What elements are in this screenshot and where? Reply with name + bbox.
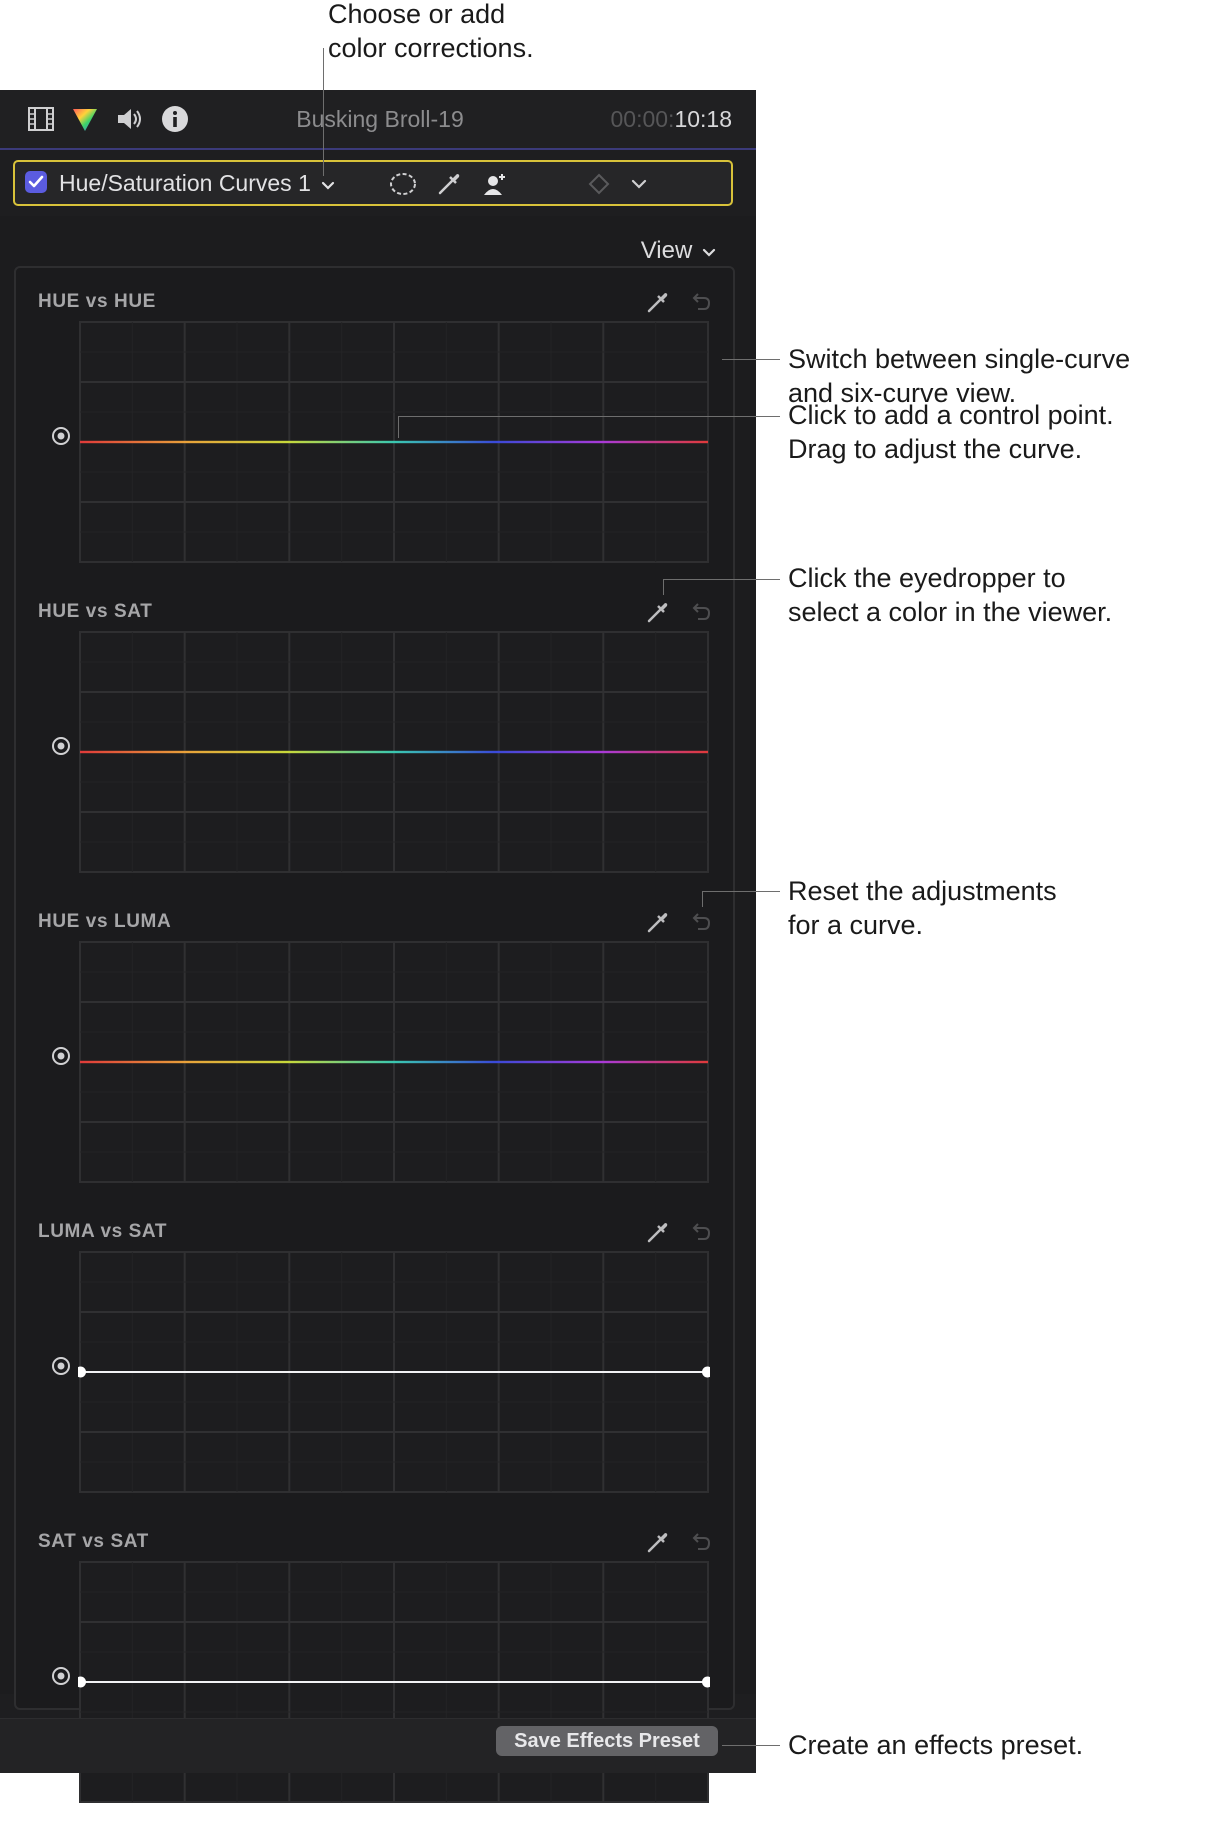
leader-line xyxy=(663,579,664,595)
effect-name-popup[interactable]: Hue/Saturation Curves 1 xyxy=(59,168,335,198)
leader-line xyxy=(663,579,780,580)
curve-label: SAT vs SAT xyxy=(38,1531,149,1552)
keyframe-icon[interactable] xyxy=(585,170,613,198)
target-icon[interactable] xyxy=(50,425,72,447)
color-icon[interactable] xyxy=(70,104,100,134)
effect-name-label: Hue/Saturation Curves 1 xyxy=(59,170,311,196)
eyedropper-icon[interactable] xyxy=(644,288,672,316)
view-label: View xyxy=(640,237,693,264)
leader-line xyxy=(702,891,703,907)
curve-graph[interactable] xyxy=(78,320,710,564)
mask-shape-icon[interactable] xyxy=(389,170,417,198)
target-icon[interactable] xyxy=(50,735,72,757)
curve-section: LUMA vs SAT xyxy=(16,1220,733,1530)
chevron-down-icon[interactable] xyxy=(625,170,653,198)
checkmark-icon xyxy=(28,175,44,188)
effect-header-bar: Hue/Saturation Curves 1 xyxy=(13,160,733,206)
chevron-down-icon xyxy=(322,181,335,190)
save-effects-preset-button[interactable]: Save Effects Preset xyxy=(496,1726,718,1756)
curve-section: SAT vs SAT xyxy=(16,1530,733,1840)
leader-line xyxy=(702,891,780,892)
curves-container: HUE vs HUE HUE vs SAT HUE vs LUMA LUMA vs S… xyxy=(14,266,735,1803)
callout-control-point: Click to add a control point. Drag to ad… xyxy=(788,400,1114,464)
info-icon[interactable] xyxy=(160,104,190,134)
curve-section: HUE vs HUE xyxy=(16,290,733,600)
curve-graph[interactable] xyxy=(78,1250,710,1494)
add-person-mask-icon[interactable] xyxy=(481,170,509,198)
color-mask-eyedropper-icon[interactable] xyxy=(435,170,463,198)
reset-icon[interactable] xyxy=(686,288,714,316)
view-popup-button[interactable]: View xyxy=(641,236,716,266)
curves-area: View HUE vs HUE HUE vs SAT HUE vs LUMA LUMA… xyxy=(0,216,756,1803)
eyedropper-icon[interactable] xyxy=(644,1528,672,1556)
eyedropper-icon[interactable] xyxy=(644,598,672,626)
callout-eyedropper: Click the eyedropper to select a color i… xyxy=(788,563,1113,627)
reset-icon[interactable] xyxy=(686,1218,714,1246)
callout-color-corrections: Choose or add color corrections. xyxy=(328,0,534,63)
target-icon[interactable] xyxy=(50,1045,72,1067)
leader-line xyxy=(722,1745,780,1746)
film-icon[interactable] xyxy=(26,104,56,134)
curve-section: HUE vs SAT xyxy=(16,600,733,910)
leader-line xyxy=(722,359,780,360)
timecode: 00:00:10:18 xyxy=(610,104,732,134)
curve-label: HUE vs LUMA xyxy=(38,911,172,932)
curve-label: HUE vs SAT xyxy=(38,601,153,622)
curve-label: HUE vs HUE xyxy=(38,291,156,312)
inspector-footer: Save Effects Preset xyxy=(0,1718,756,1773)
audio-icon[interactable] xyxy=(114,104,144,134)
eyedropper-icon[interactable] xyxy=(644,908,672,936)
target-icon[interactable] xyxy=(50,1665,72,1687)
reset-icon[interactable] xyxy=(686,1528,714,1556)
timecode-dim: 00:00: xyxy=(610,106,675,132)
curve-graph[interactable] xyxy=(78,630,710,874)
reset-icon[interactable] xyxy=(686,908,714,936)
timecode-value: 10:18 xyxy=(674,106,732,132)
inspector-header: Busking Broll-19 00:00:10:18 xyxy=(0,90,756,150)
eyedropper-icon[interactable] xyxy=(644,1218,672,1246)
curve-graph[interactable] xyxy=(78,940,710,1184)
leader-line xyxy=(398,416,780,417)
effect-enable-checkbox[interactable] xyxy=(25,171,47,193)
curve-section: HUE vs LUMA xyxy=(16,910,733,1220)
callout-preset: Create an effects preset. xyxy=(788,1730,1084,1760)
clip-name: Busking Broll-19 xyxy=(296,106,464,132)
color-inspector-panel: Busking Broll-19 00:00:10:18 Hue/Saturat… xyxy=(0,90,756,1803)
curve-label: LUMA vs SAT xyxy=(38,1221,168,1242)
callout-reset: Reset the adjustments for a curve. xyxy=(788,876,1057,940)
chevron-down-icon xyxy=(702,248,716,257)
leader-line xyxy=(323,48,324,176)
leader-line xyxy=(398,416,399,438)
target-icon[interactable] xyxy=(50,1355,72,1377)
reset-icon[interactable] xyxy=(686,598,714,626)
